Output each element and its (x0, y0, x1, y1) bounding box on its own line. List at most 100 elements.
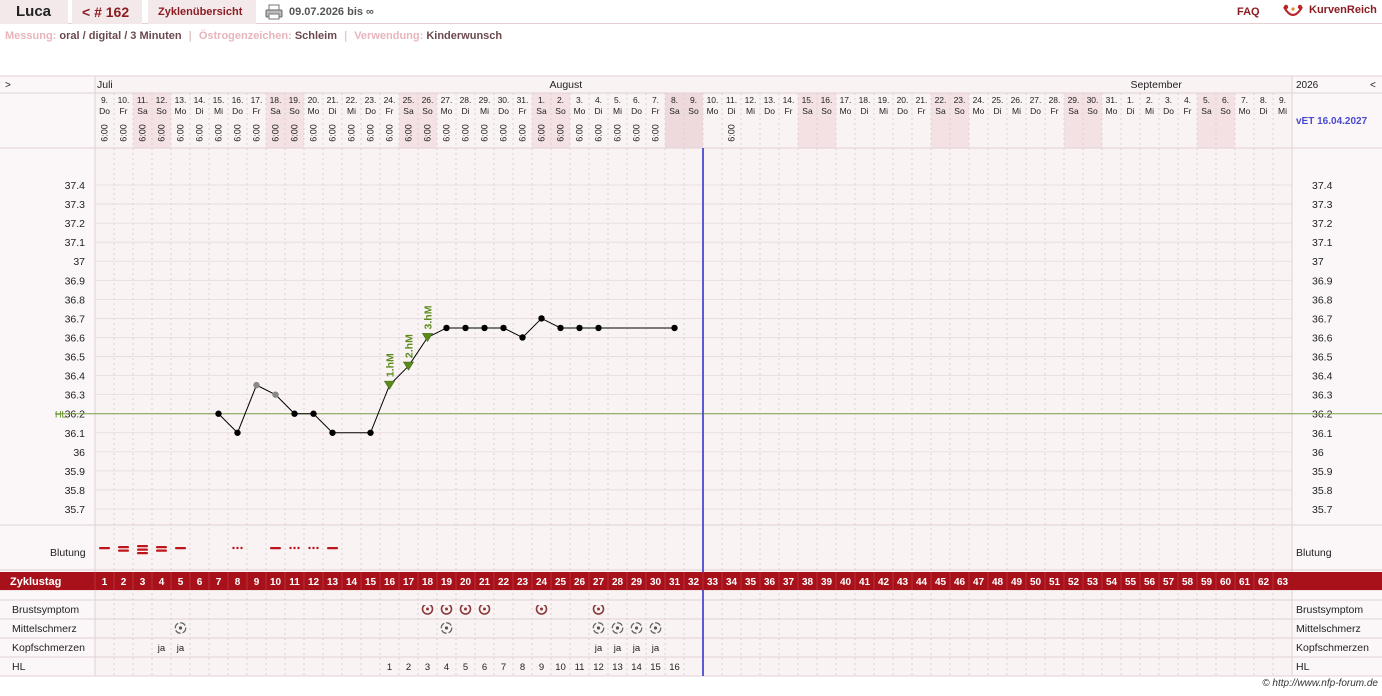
cycle-day-number: 36 (764, 577, 776, 588)
headache-value: ja (651, 643, 660, 654)
cycle-day-number: 6 (197, 577, 203, 588)
y-tick-right: 36.1 (1312, 428, 1333, 440)
hl-count: 5 (463, 662, 468, 673)
copyright[interactable]: © http://www.nfp-forum.de (1262, 678, 1378, 689)
cycle-day-number: 62 (1258, 577, 1270, 588)
day-number: 22. (346, 95, 358, 105)
temperature-point (671, 324, 678, 332)
day-number: 16. (232, 95, 244, 105)
day-number: 17. (840, 95, 852, 105)
cycle-day-number: 10 (270, 577, 282, 588)
weekday: Mi (879, 106, 888, 116)
weekday: So (555, 106, 566, 116)
cycle-day-number: 45 (935, 577, 947, 588)
weekday: Sa (270, 106, 281, 116)
y-tick-right: 36.6 (1312, 332, 1333, 344)
y-tick-left: 36.4 (65, 371, 86, 383)
weekday: Fr (385, 106, 393, 116)
measure-time: 6:00 (651, 124, 661, 142)
weekday: Do (99, 106, 110, 116)
weekday: Do (365, 106, 376, 116)
weekday: So (289, 106, 300, 116)
measure-time: 6:00 (404, 124, 414, 142)
row-label-brust: Brustsymptom (12, 604, 79, 616)
day-number: 23. (365, 95, 377, 105)
headache-value: ja (594, 643, 603, 654)
weekday: Sa (137, 106, 148, 116)
day-number: 8. (1260, 95, 1267, 105)
day-number: 21. (327, 95, 339, 105)
y-tick-left: 37 (73, 256, 85, 268)
bleeding-mark (99, 547, 110, 550)
prev-nav-arrow[interactable]: > (5, 80, 11, 91)
day-number: 12. (156, 95, 168, 105)
day-number: 31. (1106, 95, 1118, 105)
month-label: Juli (97, 79, 113, 91)
weekday: Di (727, 106, 735, 116)
day-number: 20. (897, 95, 909, 105)
measure-time: 6:00 (214, 124, 224, 142)
weekday: Fr (518, 106, 526, 116)
y-tick-left: 37.4 (65, 180, 86, 192)
y-tick-right: 36.2 (1312, 409, 1333, 421)
measure-time: 6:00 (138, 124, 148, 142)
measure-time: 6:00 (119, 124, 129, 142)
cycle-day-number: 56 (1144, 577, 1156, 588)
bleeding-mark (270, 547, 281, 550)
measure-time: 6:00 (385, 124, 395, 142)
cycle-day-number: 32 (688, 577, 700, 588)
cycle-day-number: 13 (327, 577, 339, 588)
row-label-mittel-right: Mittelschmerz (1296, 623, 1361, 635)
cycle-day-number: 25 (555, 577, 567, 588)
y-tick-left: 36.3 (65, 390, 86, 402)
cycle-day-number: 18 (422, 577, 434, 588)
temperature-point (519, 334, 526, 341)
row-label-blutung: Blutung (50, 547, 86, 559)
day-number: 14. (783, 95, 795, 105)
day-number: 7. (652, 95, 659, 105)
measure-time: 6:00 (157, 124, 167, 142)
bleeding-mark (137, 545, 148, 555)
cycle-day-number: 24 (536, 577, 548, 588)
weekday: Di (993, 106, 1001, 116)
row-label-kopf: Kopfschmerzen (12, 642, 85, 654)
cycle-day-number: 23 (517, 577, 529, 588)
day-number: 7. (1241, 95, 1248, 105)
cycle-day-number: 61 (1239, 577, 1251, 588)
cycle-day-number: 26 (574, 577, 586, 588)
row-label-hl-right: HL (1296, 661, 1310, 673)
cycle-day-number: 4 (159, 577, 165, 588)
weekday: Di (860, 106, 868, 116)
day-number: 6. (633, 95, 640, 105)
measure-time: 6:00 (442, 124, 452, 142)
cycle-day-number: 43 (897, 577, 909, 588)
hl-count: 4 (444, 662, 449, 673)
y-tick-right: 35.7 (1312, 504, 1333, 516)
cycle-day-number: 58 (1182, 577, 1194, 588)
day-number: 13. (175, 95, 187, 105)
measure-time: 6:00 (347, 124, 357, 142)
next-nav-arrow[interactable]: < (1370, 80, 1376, 91)
y-tick-left: 36.9 (65, 275, 86, 287)
day-number: 27. (1030, 95, 1042, 105)
day-number: 16. (821, 95, 833, 105)
higher-measure-label: 1.hM (385, 353, 397, 377)
day-number: 27. (441, 95, 453, 105)
hl-count: 11 (575, 662, 585, 673)
weekday: Fr (651, 106, 659, 116)
day-number: 12. (745, 95, 757, 105)
measure-time: 6:00 (461, 124, 471, 142)
weekday: Fr (1183, 106, 1191, 116)
weekday: Mo (1106, 106, 1118, 116)
cycle-day-number: 15 (365, 577, 377, 588)
weekday: Sa (935, 106, 946, 116)
temperature-point (291, 410, 298, 417)
hl-count: 12 (593, 662, 604, 673)
row-label-blutung-right: Blutung (1296, 547, 1332, 559)
temperature-point (576, 324, 583, 332)
day-number: 20. (308, 95, 320, 105)
measure-time: 6:00 (518, 124, 528, 142)
cycle-day-number: 8 (235, 577, 241, 588)
weekday: Do (897, 106, 908, 116)
day-number: 5. (614, 95, 621, 105)
